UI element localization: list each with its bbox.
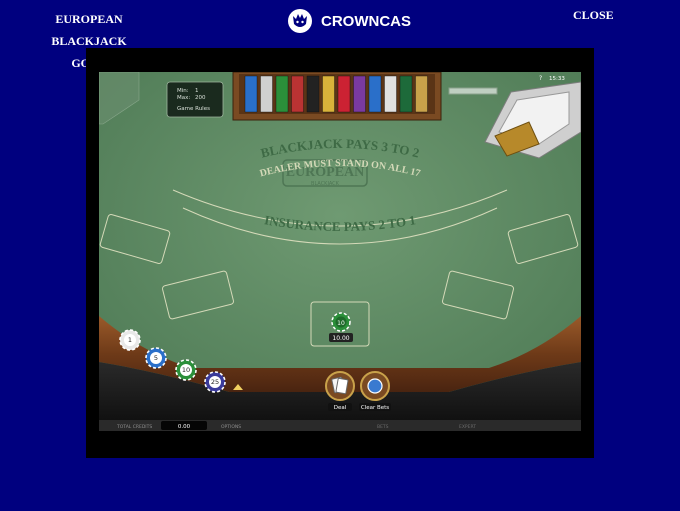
tray-chip-stack bbox=[384, 75, 397, 113]
tray-chip-stack bbox=[353, 75, 366, 113]
blackjack-table: Min: 1 Max: 200 Game Rules 15:33 ? EUROP… bbox=[99, 72, 581, 431]
tray-chip-stack bbox=[337, 75, 351, 113]
credits-value: 0.00 bbox=[178, 424, 191, 430]
min-label: Min: bbox=[177, 88, 189, 94]
chip-1[interactable]: 1 bbox=[119, 329, 141, 351]
clear-bets-button[interactable]: Clear Bets bbox=[359, 371, 391, 411]
clear-chips-icon bbox=[367, 378, 383, 394]
chip-10[interactable]: 10 bbox=[175, 359, 197, 381]
lion-crest-icon bbox=[288, 9, 312, 33]
brand-name: CROWNCAS bbox=[321, 12, 411, 30]
clear-bets-label: Clear Bets bbox=[361, 405, 389, 411]
tray-chip-stack bbox=[275, 75, 289, 113]
bet-amount: 10.00 bbox=[332, 335, 349, 342]
options-button[interactable]: OPTIONS bbox=[221, 424, 241, 430]
status-bar: TOTAL CREDITS 0.00 OPTIONS BETS EXPERT bbox=[99, 420, 581, 431]
total-credits-label: TOTAL CREDITS bbox=[116, 424, 152, 430]
chip-value-label: 5 bbox=[154, 354, 158, 362]
tray-chip-stack bbox=[291, 75, 304, 113]
placed-chip-value: 10 bbox=[337, 320, 345, 327]
clock: 15:33 bbox=[549, 76, 565, 82]
dealer-chip-tray bbox=[232, 72, 442, 121]
game-title-line1: EUROPEAN BLACKJACK bbox=[51, 12, 127, 48]
bets-label: BETS bbox=[377, 424, 389, 430]
logo-line2: BLACKJACK bbox=[311, 181, 340, 187]
table-limits-panel: Min: 1 Max: 200 Game Rules bbox=[166, 81, 224, 118]
deal-button[interactable]: Deal bbox=[325, 371, 355, 411]
chip-5[interactable]: 5 bbox=[145, 347, 167, 369]
max-label: Max: bbox=[177, 95, 190, 101]
help-icon[interactable]: ? bbox=[539, 75, 542, 82]
tray-chip-stack bbox=[322, 75, 335, 113]
brand-logo: CROWNCAS bbox=[287, 8, 411, 34]
close-button[interactable]: CLOSE bbox=[573, 8, 614, 23]
tray-chip-stack bbox=[399, 75, 413, 113]
min-value: 1 bbox=[195, 88, 199, 94]
deal-label: Deal bbox=[334, 405, 347, 411]
game-rules-link[interactable]: Game Rules bbox=[177, 106, 210, 112]
tray-chip-stack bbox=[306, 75, 320, 113]
chip-value-label: 10 bbox=[182, 366, 190, 374]
chip-value-label: 1 bbox=[128, 336, 132, 344]
tray-chip-stack bbox=[415, 75, 428, 113]
chip-value-label: 25 bbox=[211, 378, 219, 386]
placed-bet-chip[interactable]: 10 bbox=[331, 312, 351, 332]
tray-chip-stack bbox=[244, 75, 258, 113]
expert-button[interactable]: EXPERT bbox=[459, 424, 476, 430]
tray-chip-stack bbox=[368, 75, 382, 113]
max-value: 200 bbox=[195, 95, 206, 101]
tray-chip-stack bbox=[260, 75, 273, 113]
chip-25[interactable]: 25 bbox=[204, 371, 226, 393]
ledge bbox=[448, 87, 498, 95]
